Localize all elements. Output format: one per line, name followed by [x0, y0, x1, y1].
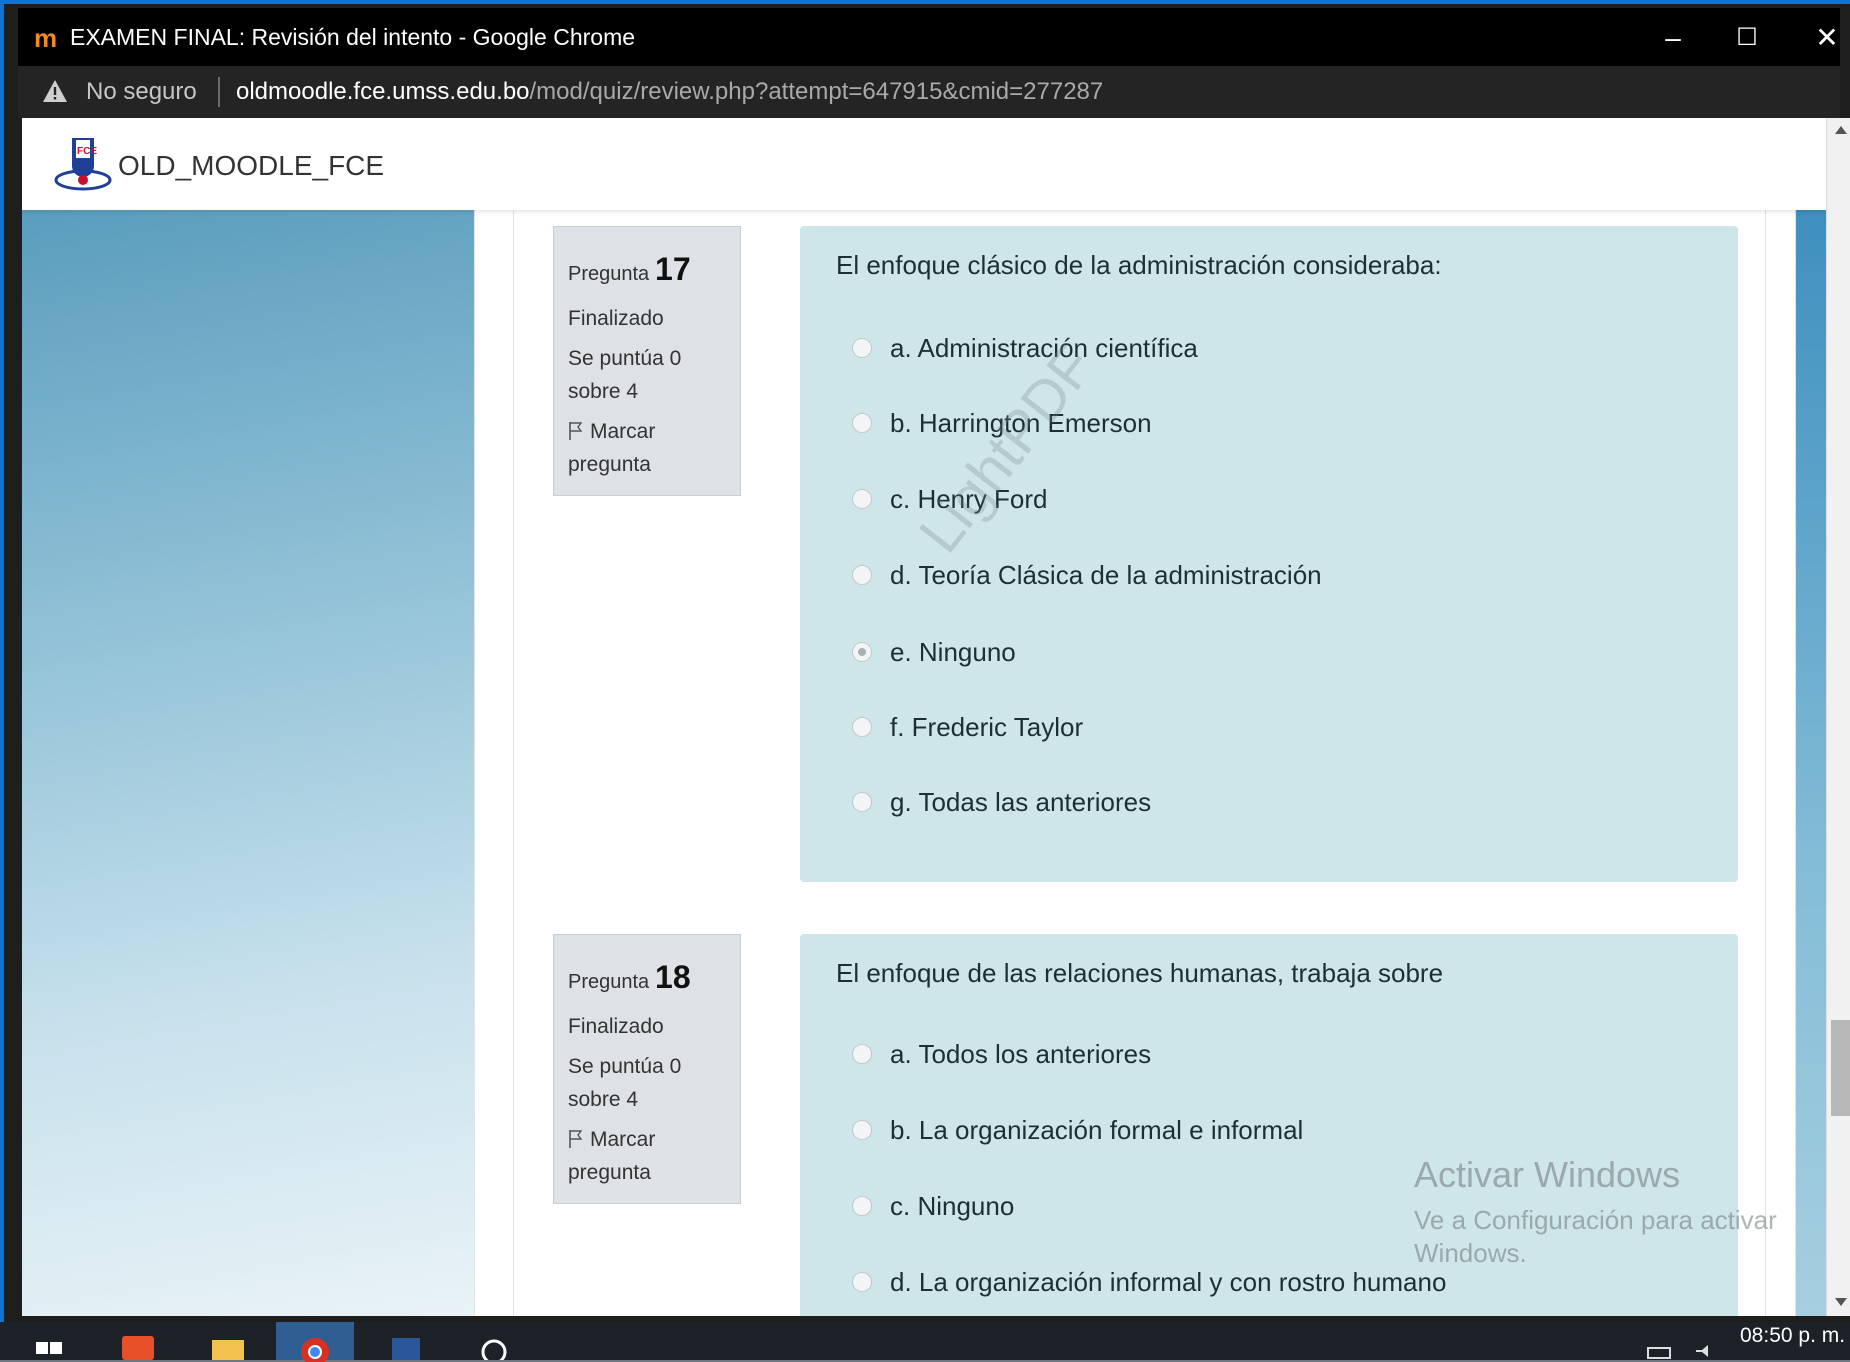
activate-windows-notice: Activar Windows Ve a Configuración para … [1414, 1154, 1777, 1269]
activate-windows-line: Ve a Configuración para activar [1414, 1205, 1777, 1235]
flag-label[interactable]: Marcar [590, 420, 655, 443]
answer-label[interactable]: g. Todas las anteriores [890, 787, 1151, 818]
radio-button[interactable] [852, 792, 872, 812]
radio-button[interactable] [852, 413, 872, 433]
answer-label[interactable]: c. Ninguno [890, 1191, 1014, 1222]
windows-taskbar: 08:50 p. m. [0, 1322, 1850, 1362]
network-icon[interactable] [1640, 1328, 1680, 1360]
radio-button[interactable] [852, 338, 872, 358]
app-icon-circle[interactable] [474, 1328, 514, 1360]
answer-label[interactable]: a. Todos los anteriores [890, 1039, 1151, 1070]
right-background [1796, 210, 1826, 1316]
answer-option[interactable]: a. Administración científica [852, 328, 1198, 368]
radio-button[interactable] [852, 1272, 872, 1292]
address-bar[interactable]: No seguro oldmoodle.fce.umss.edu.bo/mod/… [18, 66, 1840, 118]
flag-icon[interactable] [568, 421, 584, 441]
moodle-favicon-icon: m [34, 23, 58, 53]
answer-option[interactable]: g. Todas las anteriores [852, 782, 1151, 822]
question-body-17: El enfoque clásico de la administración … [800, 226, 1738, 882]
answer-label[interactable]: e. Ninguno [890, 637, 1016, 668]
answer-label[interactable]: d. Teoría Clásica de la administración [890, 560, 1322, 591]
answer-option[interactable]: d. La organización informal y con rostro… [852, 1262, 1446, 1302]
scrollbar-thumb[interactable] [1831, 1020, 1850, 1116]
answer-label[interactable]: d. La organización informal y con rostro… [890, 1267, 1446, 1298]
url-host: oldmoodle.fce.umss.edu.bo [236, 78, 530, 105]
taskbar-clock[interactable]: 08:50 p. m. [1740, 1324, 1845, 1348]
maximize-button[interactable]: ☐ [1712, 16, 1782, 60]
question-number: 17 [655, 251, 691, 287]
quiz-content: Pregunta 17 Finalizado Se puntúa 0 sobre … [474, 210, 1796, 1316]
question-label: Pregunta [568, 971, 650, 993]
minimize-button[interactable]: – [1638, 16, 1708, 60]
title-bar: m EXAMEN FINAL: Revisión del intento - G… [18, 8, 1840, 66]
answer-option[interactable]: b. La organización formal e informal [852, 1110, 1303, 1150]
question-info-17: Pregunta 17 Finalizado Se puntúa 0 sobre … [553, 226, 741, 497]
svg-text:FCE: FCE [77, 146, 97, 157]
flag-question-link[interactable]: Marcar pregunta [568, 416, 726, 481]
left-background [22, 210, 474, 1316]
question-state: Finalizado [568, 306, 664, 330]
grade-line: sobre 4 [568, 1087, 639, 1111]
radio-button[interactable] [852, 489, 872, 509]
question-grade: Se puntúa 0 sobre 4 [568, 343, 726, 408]
content-divider [1765, 210, 1766, 1316]
browser-window: m EXAMEN FINAL: Revisión del intento - G… [0, 0, 1850, 1322]
page-viewport: FCE OLD_MOODLE_FCE Pregunta 17 Finalizad… [22, 118, 1826, 1316]
site-navbar: FCE OLD_MOODLE_FCE [22, 118, 1826, 210]
radio-button[interactable] [852, 717, 872, 737]
word-icon[interactable] [386, 1328, 426, 1360]
grade-line: Se puntúa 0 [568, 347, 682, 371]
answer-label[interactable]: b. La organización formal e informal [890, 1115, 1303, 1146]
content-divider [513, 210, 514, 1316]
activate-windows-text: Ve a Configuración para activar Windows. [1414, 1204, 1777, 1269]
app-icon-orange[interactable] [118, 1328, 158, 1360]
activate-windows-title: Activar Windows [1414, 1154, 1681, 1195]
warning-icon[interactable] [42, 78, 68, 104]
grade-line: sobre 4 [568, 379, 639, 403]
answer-option[interactable]: e. Ninguno [852, 632, 1016, 672]
scroll-down-arrow-icon[interactable] [1835, 1298, 1847, 1306]
window-title: EXAMEN FINAL: Revisión del intento - Goo… [70, 24, 636, 50]
windows-start-icon[interactable] [30, 1328, 70, 1360]
flag-label[interactable]: pregunta [568, 453, 651, 476]
question-info-18: Pregunta 18 Finalizado Se puntúa 0 sobre … [553, 934, 741, 1205]
radio-button-selected[interactable] [852, 642, 872, 662]
url-text[interactable]: oldmoodle.fce.umss.edu.bo/mod/quiz/revie… [236, 78, 1103, 106]
answer-option[interactable]: d. Teoría Clásica de la administración [852, 555, 1322, 595]
address-separator [218, 77, 220, 107]
question-grade: Se puntúa 0 sobre 4 [568, 1051, 726, 1116]
question-text: El enfoque de las relaciones humanas, tr… [836, 958, 1444, 988]
scroll-up-arrow-icon[interactable] [1835, 126, 1847, 134]
site-name[interactable]: OLD_MOODLE_FCE [118, 150, 384, 182]
answer-option[interactable]: a. Todos los anteriores [852, 1034, 1151, 1074]
answer-label[interactable]: f. Frederic Taylor [890, 712, 1083, 743]
answer-option[interactable]: f. Frederic Taylor [852, 707, 1083, 747]
chrome-icon[interactable] [295, 1330, 335, 1362]
file-explorer-icon[interactable] [208, 1328, 248, 1360]
radio-button[interactable] [852, 565, 872, 585]
activate-windows-line: Windows. [1414, 1237, 1527, 1268]
flag-icon[interactable] [568, 1129, 584, 1149]
chrome-taskbar-button[interactable] [276, 1322, 354, 1362]
flag-label[interactable]: Marcar [590, 1128, 655, 1151]
grade-line: Se puntúa 0 [568, 1055, 682, 1079]
radio-button[interactable] [852, 1196, 872, 1216]
fce-logo-icon[interactable]: FCE [52, 132, 114, 194]
question-number: 18 [655, 959, 691, 995]
flag-question-link[interactable]: Marcar pregunta [568, 1124, 726, 1189]
volume-icon[interactable] [1688, 1328, 1728, 1360]
security-status-label[interactable]: No seguro [86, 78, 197, 106]
vertical-scrollbar[interactable] [1826, 118, 1850, 1316]
flag-label[interactable]: pregunta [568, 1161, 651, 1184]
close-button[interactable]: ✕ [1792, 16, 1850, 60]
question-state: Finalizado [568, 1014, 664, 1038]
url-path: /mod/quiz/review.php?attempt=647915&cmid… [529, 78, 1104, 105]
answer-option[interactable]: c. Ninguno [852, 1186, 1014, 1226]
radio-button[interactable] [852, 1120, 872, 1140]
radio-button[interactable] [852, 1044, 872, 1064]
question-label: Pregunta [568, 263, 650, 285]
question-text: El enfoque clásico de la administración … [836, 250, 1442, 280]
